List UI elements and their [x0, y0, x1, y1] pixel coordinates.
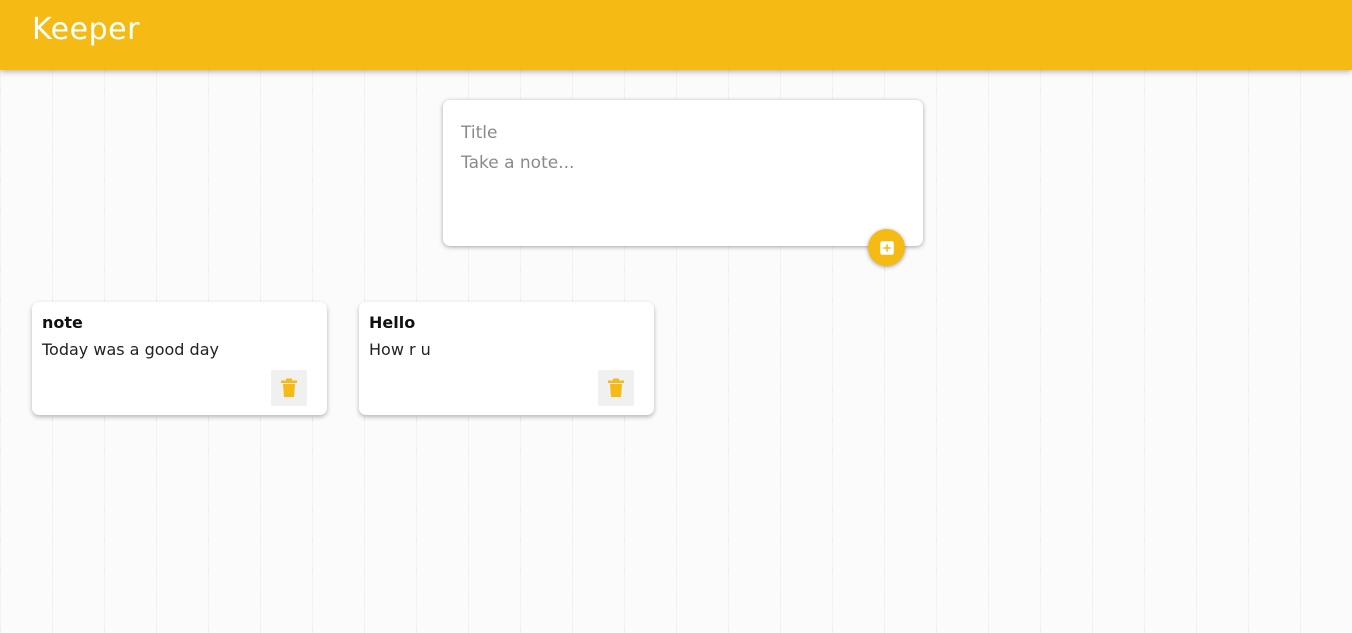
trash-icon [280, 378, 298, 398]
note-title-input[interactable] [461, 121, 901, 145]
note-content: How r u [369, 340, 431, 359]
app-title: Keeper [32, 12, 140, 47]
note-title: Hello [369, 313, 416, 332]
note-content: Today was a good day [42, 340, 219, 359]
note-content-input[interactable] [461, 153, 901, 233]
note-card: Hello How r u [359, 302, 654, 415]
add-box-icon [878, 239, 896, 257]
note-title: note [42, 313, 83, 332]
delete-note-button[interactable] [598, 370, 634, 406]
trash-icon [607, 378, 625, 398]
delete-note-button[interactable] [271, 370, 307, 406]
create-note-form [443, 100, 923, 246]
app-header: Keeper [0, 0, 1352, 70]
add-note-button[interactable] [868, 229, 905, 266]
note-card: note Today was a good day [32, 302, 327, 415]
